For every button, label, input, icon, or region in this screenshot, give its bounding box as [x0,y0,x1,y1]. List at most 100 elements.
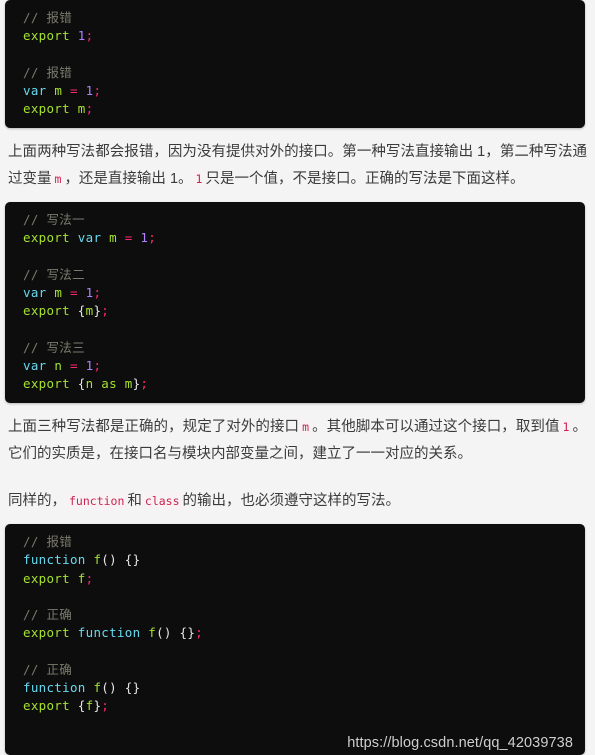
code-token: export [23,376,70,391]
inline-code: m [51,171,65,188]
inline-code: 1 [559,419,573,436]
code-token: 1 [77,28,86,44]
code-line: export 1; [5,27,585,45]
code-line: // 写法二 [5,266,585,284]
code-line: var m = 1; [5,284,585,302]
code-token: m [54,82,63,98]
code-token: = [69,285,78,300]
watermark-url: https://blog.csdn.net/qq_42039738 [347,735,573,752]
code-token: export [23,698,70,713]
code-token: n [54,357,63,373]
code-line: // 报错 [5,533,585,551]
code-line: function f() {} [5,679,585,697]
code-token: function [23,679,86,695]
code-line: function f() {} [5,551,585,569]
code-line: export {m}; [5,302,585,320]
code-block-correct-variable-exports: // 写法一 export var m = 1; // 写法二 var m = 1;… [5,202,585,404]
code-line: var n = 1; [5,357,585,375]
code-line: export {n as m}; [5,375,585,393]
paragraph-2-wrapper: 上面三种写法都是正确的，规定了对外的接口 m 。其他脚本可以通过这个接口，取到值 1。… [0,403,595,477]
code-line: var m = 1; [5,82,585,100]
paragraph-explanation-1: 上面两种写法都会报错，因为没有提供对外的接口。第一种写法直接输出 1，第二种写法… [8,144,587,188]
paragraph-explanation-3: 同样的， function 和 class 的输出，也必须遵守这样的写法。 [8,493,401,510]
code-line: // 写法三 [5,339,585,357]
code-token: f [77,570,86,586]
code-token: = [69,82,78,98]
code-token: ; [93,82,102,98]
code-token: function [23,552,86,568]
paragraph-explanation-2: 上面三种写法都是正确的，规定了对外的接口 m 。其他脚本可以通过这个接口，取到值 1。… [8,419,588,463]
code-token: export [23,101,70,116]
code-token: () {} [156,625,196,641]
code-line: export m; [5,100,585,118]
paragraph-1-wrapper: 上面两种写法都会报错，因为没有提供对外的接口。第一种写法直接输出 1，第二种写法… [0,128,595,202]
code-token: // 报错 [23,10,73,25]
code-line: // 报错 [5,9,585,27]
code-block-function-exports: // 报错 function f() {} export f; // 正确 expor… [5,524,585,755]
code-token: // 写法三 [23,339,85,355]
code-token: m [124,376,133,391]
code-token: export [23,230,70,246]
code-line: // 正确 [5,606,585,624]
code-token: var [23,285,47,300]
code-token: as [101,376,117,391]
code-token: { [77,376,86,391]
code-line: // 报错 [5,64,585,82]
paragraph-3-wrapper: 同样的， function 和 class 的输出，也必须遵守这样的写法。 [0,477,595,524]
inline-code: function [66,493,128,510]
code-token: function [77,625,141,641]
code-token: m [54,285,63,300]
code-token: () {} [101,679,141,695]
code-line: // 写法一 [5,211,585,229]
code-line: export var m = 1; [5,229,585,247]
code-token: var [23,357,47,373]
code-block-error-examples: // 报错 export 1; // 报错 var m = 1; export m; [5,0,585,129]
code-line: export {f}; [5,697,585,715]
code-token: export [23,28,70,44]
code-token: ; [85,101,94,116]
code-token: export [23,303,70,319]
code-token: export [23,570,70,586]
article-page: // 报错 export 1; // 报错 var m = 1; export m; … [0,0,595,755]
code-token: // 报错 [23,534,73,550]
code-line: export f; [5,570,585,588]
code-token: { [77,698,86,713]
code-token: m [77,101,86,116]
code-token: ; [85,28,94,44]
code-token: ; [93,357,102,373]
code-token: { [77,303,86,319]
code-token: () {} [101,552,141,568]
code-token: ; [101,698,110,713]
code-line: // 正确 [5,661,585,679]
inline-code: m [299,419,313,436]
code-line: export function f() {}; [5,624,585,642]
code-token: var [77,230,102,246]
code-token: // 写法二 [23,266,85,282]
code-token: ; [148,230,157,246]
code-token: ; [85,570,94,586]
code-token: = [124,230,133,246]
code-token: // 正确 [23,607,73,622]
code-token: // 报错 [23,64,73,80]
code-token: ; [140,376,149,391]
code-token: var [23,82,47,98]
